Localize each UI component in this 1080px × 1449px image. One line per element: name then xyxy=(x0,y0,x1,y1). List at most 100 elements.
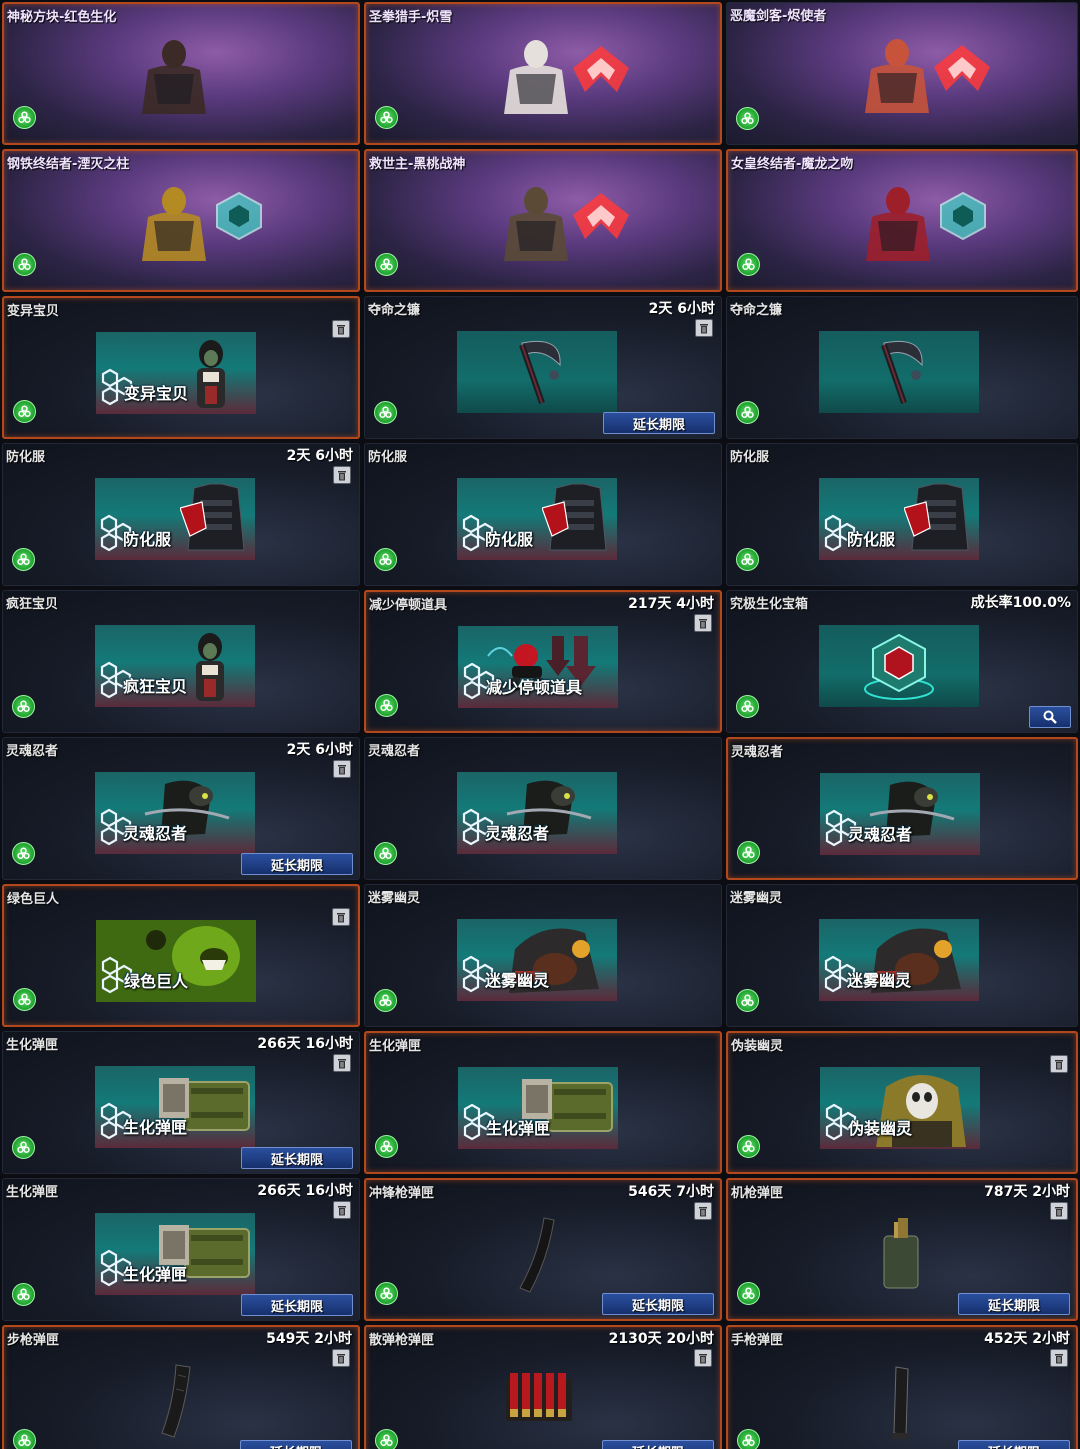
biohazard-icon xyxy=(374,989,397,1012)
inventory-card[interactable]: 救世主-黑桃战神 xyxy=(364,149,722,292)
item-thumbnail: 防化服 xyxy=(819,478,979,560)
inventory-card[interactable]: 生化弹匣 生化弹匣 xyxy=(364,1031,722,1174)
biohazard-icon xyxy=(13,1429,36,1449)
extend-button[interactable]: 延长期限 xyxy=(958,1293,1070,1315)
item-thumbnail: 生化弹匣 xyxy=(458,1067,618,1149)
thumbnail-label: 减少停顿道具 xyxy=(486,678,583,697)
biohazard-icon xyxy=(736,989,759,1012)
trash-icon[interactable] xyxy=(1050,1202,1068,1220)
time-remaining: 217天 4小时 xyxy=(628,596,714,612)
red-emblem-icon xyxy=(571,44,631,94)
inventory-card[interactable]: 减少停顿道具 217天 4小时 减少停顿道具 xyxy=(364,590,722,733)
trash-icon[interactable] xyxy=(333,760,351,778)
inventory-card[interactable]: 手枪弹匣 452天 2小时延长期限 xyxy=(726,1325,1078,1449)
inventory-card[interactable]: 究极生化宝箱 成长率100.0% xyxy=(726,590,1078,733)
inventory-card[interactable]: 生化弹匣 266天 16小时 生化弹匣 延长期限 xyxy=(2,1178,360,1321)
inventory-card[interactable]: 机枪弹匣 787天 2小时 延长期限 xyxy=(726,1178,1078,1321)
extend-button[interactable]: 延长期限 xyxy=(603,412,715,434)
item-thumbnail: 灵魂忍者 xyxy=(457,772,617,854)
trash-icon[interactable] xyxy=(695,319,713,337)
inventory-card[interactable]: 散弹枪弹匣 2130天 20小时延长期限 xyxy=(364,1325,722,1449)
item-name: 绿色巨人 xyxy=(7,892,60,907)
search-icon xyxy=(1043,710,1057,724)
biohazard-icon xyxy=(13,988,36,1011)
item-thumbnail: 迷雾幽灵 xyxy=(457,919,617,1001)
extend-button[interactable]: 延长期限 xyxy=(958,1440,1070,1449)
item-name: 究极生化宝箱 xyxy=(730,597,809,612)
item-thumbnail: 迷雾幽灵 xyxy=(819,919,979,1001)
trash-icon[interactable] xyxy=(333,466,351,484)
item-name: 防化服 xyxy=(368,450,408,465)
item-thumbnail: 疯狂宝贝 xyxy=(95,625,255,707)
inventory-card[interactable]: 变异宝贝 变异宝贝 xyxy=(2,296,360,439)
item-name: 钢铁终结者-湮灭之柱 xyxy=(7,157,130,172)
extend-button[interactable]: 延长期限 xyxy=(602,1440,714,1449)
item-thumbnail: 灵魂忍者 xyxy=(820,773,980,855)
growth-rate: 成长率100.0% xyxy=(970,595,1071,611)
search-button[interactable] xyxy=(1029,706,1071,728)
inventory-card[interactable]: 女皇终结者-魔龙之吻 xyxy=(726,149,1078,292)
biohazard-icon xyxy=(737,253,760,276)
extend-button[interactable]: 延长期限 xyxy=(241,1147,353,1169)
item-thumbnail: 防化服 xyxy=(95,478,255,560)
trash-icon[interactable] xyxy=(694,1349,712,1367)
inventory-card[interactable]: 生化弹匣 266天 16小时 生化弹匣 延长期限 xyxy=(2,1031,360,1174)
inventory-card[interactable]: 灵魂忍者 灵魂忍者 xyxy=(364,737,722,880)
item-thumbnail xyxy=(458,1361,618,1443)
item-thumbnail: 伪装幽灵 xyxy=(820,1067,980,1149)
inventory-card[interactable]: 步枪弹匣 549天 2小时延长期限 xyxy=(2,1325,360,1449)
inventory-card[interactable]: 迷雾幽灵 迷雾幽灵 xyxy=(726,884,1078,1027)
biohazard-icon xyxy=(737,1135,760,1158)
trash-icon[interactable] xyxy=(1050,1055,1068,1073)
trash-icon[interactable] xyxy=(333,1201,351,1219)
biohazard-icon xyxy=(375,1135,398,1158)
biohazard-icon xyxy=(12,1136,35,1159)
extend-button[interactable]: 延长期限 xyxy=(240,1440,352,1449)
extend-button[interactable]: 延长期限 xyxy=(602,1293,714,1315)
inventory-card[interactable]: 恶魔剑客-烬使者 xyxy=(726,2,1078,145)
inventory-card[interactable]: 绿色巨人 绿色巨人 xyxy=(2,884,360,1027)
inventory-card[interactable]: 迷雾幽灵 迷雾幽灵 xyxy=(364,884,722,1027)
inventory-card[interactable]: 防化服 2天 6小时 防化服 xyxy=(2,443,360,586)
extend-button[interactable]: 延长期限 xyxy=(241,853,353,875)
inventory-card[interactable]: 防化服 防化服 xyxy=(726,443,1078,586)
inventory-card[interactable]: 灵魂忍者 2天 6小时 灵魂忍者 延长期限 xyxy=(2,737,360,880)
trash-icon[interactable] xyxy=(694,614,712,632)
inventory-card[interactable]: 伪装幽灵 伪装幽灵 xyxy=(726,1031,1078,1174)
inventory-card[interactable]: 钢铁终结者-湮灭之柱 xyxy=(2,149,360,292)
extend-button[interactable]: 延长期限 xyxy=(241,1294,353,1316)
thumbnail-label: 灵魂忍者 xyxy=(848,825,913,844)
trash-icon[interactable] xyxy=(1050,1349,1068,1367)
biohazard-icon xyxy=(375,1429,398,1449)
biohazard-icon xyxy=(736,401,759,424)
biohazard-icon xyxy=(12,548,35,571)
inventory-card[interactable]: 灵魂忍者 灵魂忍者 xyxy=(726,737,1078,880)
trash-icon[interactable] xyxy=(694,1202,712,1220)
time-remaining: 2天 6小时 xyxy=(648,301,715,317)
teal-emblem-icon xyxy=(933,191,993,241)
inventory-card[interactable]: 夺命之镰 2天 6小时 延长期限 xyxy=(364,296,722,439)
time-remaining: 266天 16小时 xyxy=(257,1036,353,1052)
item-name: 迷雾幽灵 xyxy=(368,891,421,906)
biohazard-icon xyxy=(13,253,36,276)
trash-icon[interactable] xyxy=(332,1349,350,1367)
trash-icon[interactable] xyxy=(332,320,350,338)
thumbnail-label: 迷雾幽灵 xyxy=(847,971,912,990)
inventory-card[interactable]: 圣拳猎手-炽雪 xyxy=(364,2,722,145)
trash-icon[interactable] xyxy=(332,908,350,926)
inventory-card[interactable]: 夺命之镰 xyxy=(726,296,1078,439)
item-name: 步枪弹匣 xyxy=(7,1333,60,1348)
trash-icon[interactable] xyxy=(333,1054,351,1072)
time-remaining: 787天 2小时 xyxy=(984,1184,1070,1200)
item-thumbnail xyxy=(96,1361,256,1443)
inventory-card[interactable]: 冲锋枪弹匣 546天 7小时 延长期限 xyxy=(364,1178,722,1321)
item-name: 灵魂忍者 xyxy=(6,744,59,759)
inventory-card[interactable]: 神秘方块-红色生化 xyxy=(2,2,360,145)
inventory-card[interactable]: 疯狂宝贝 疯狂宝贝 xyxy=(2,590,360,733)
item-thumbnail: 绿色巨人 xyxy=(96,920,256,1002)
biohazard-icon xyxy=(12,695,35,718)
inventory-card[interactable]: 防化服 防化服 xyxy=(364,443,722,586)
teal-emblem-icon xyxy=(209,191,269,241)
biohazard-icon xyxy=(737,841,760,864)
thumbnail-label: 灵魂忍者 xyxy=(485,824,550,843)
